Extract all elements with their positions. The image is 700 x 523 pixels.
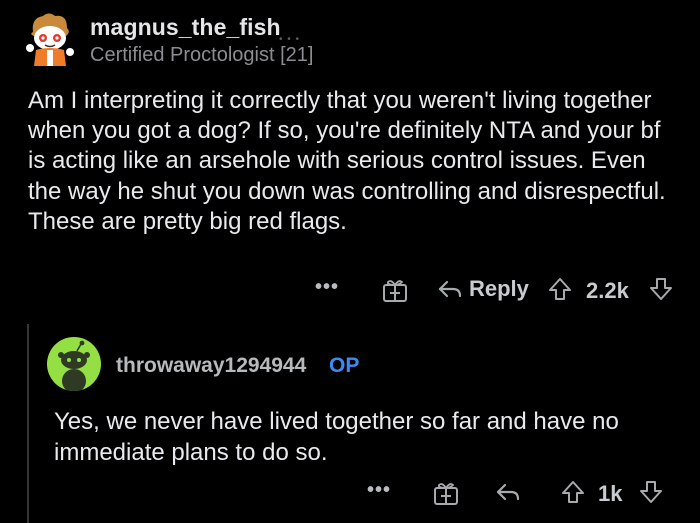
vote-score: 2.2k <box>586 278 629 304</box>
vote-score: 1k <box>598 481 622 507</box>
more-options-button[interactable]: ••• <box>315 276 339 299</box>
reply-label: Reply <box>469 276 529 301</box>
comment-body: Am I interpreting it correctly that you … <box>28 87 666 235</box>
op-badge: OP <box>329 354 360 377</box>
more-icon: ••• <box>315 276 340 298</box>
thread-line[interactable] <box>27 324 29 523</box>
more-options-button[interactable]: ••• <box>367 479 391 502</box>
downvote-button[interactable] <box>638 479 664 505</box>
reply-arrow-icon <box>496 483 520 501</box>
reply-arrow-icon <box>438 280 462 298</box>
comment-author[interactable]: throwaway1294944 <box>116 354 306 378</box>
snoo-avatar-icon <box>26 13 74 66</box>
comment-body: Yes, we never have lived together so far… <box>54 408 619 466</box>
award-button[interactable] <box>382 277 408 303</box>
more-icon: ••• <box>367 479 392 501</box>
upvote-icon <box>562 481 584 503</box>
comment-author[interactable]: magnus_the_fish <box>90 14 281 41</box>
snoo-avatar-icon <box>58 340 90 391</box>
score-value: 1k <box>598 481 623 506</box>
award-button[interactable] <box>433 480 459 506</box>
user-avatar[interactable] <box>21 10 79 68</box>
reply-button[interactable]: Reply <box>437 276 529 302</box>
upvote-icon <box>549 278 571 300</box>
user-avatar[interactable] <box>47 337 101 391</box>
comment: magnus_the_fish • • • Certified Proctolo… <box>0 0 700 318</box>
score-value: 2.2k <box>586 278 629 303</box>
award-gift-icon <box>434 483 458 505</box>
downvote-icon <box>640 481 662 503</box>
upvote-button[interactable] <box>547 276 573 302</box>
award-gift-icon <box>383 280 407 302</box>
downvote-button[interactable] <box>648 276 674 302</box>
downvote-icon <box>650 278 672 300</box>
user-flair: Certified Proctologist [21] <box>90 44 314 66</box>
reply-button[interactable] <box>495 479 521 505</box>
upvote-button[interactable] <box>560 479 586 505</box>
